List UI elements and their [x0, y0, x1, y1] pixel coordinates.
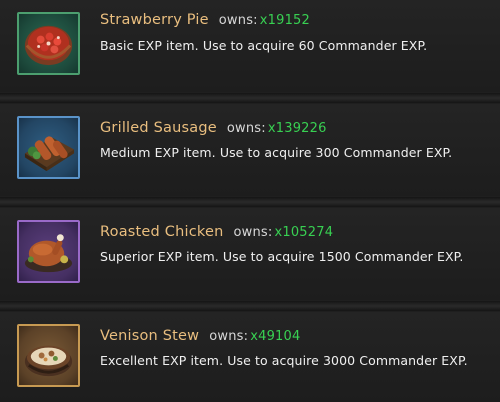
row-divider — [0, 93, 500, 103]
item-title-line: Strawberry Pie owns: x19152 — [100, 12, 310, 28]
item-title-line: Roasted Chicken owns: x105274 — [100, 224, 333, 240]
owns-count: x49104 — [250, 329, 301, 344]
item-description: Basic EXP item. Use to acquire 60 Comman… — [100, 38, 428, 53]
item-name: Grilled Sausage — [100, 120, 217, 136]
roasted-chicken-icon[interactable] — [17, 220, 80, 283]
owns-label: owns: — [209, 329, 249, 344]
item-row-strawberry-pie[interactable]: Strawberry Pie owns: x19152 Basic EXP item… — [0, 0, 500, 92]
item-row-grilled-sausage[interactable]: Grilled Sausage owns: x139226 Medium EXP i… — [0, 104, 500, 196]
item-row-roasted-chicken[interactable]: Roasted Chicken owns: x105274 Superior EXP… — [0, 208, 500, 300]
item-name: Strawberry Pie — [100, 12, 209, 28]
owns-label: owns: — [233, 225, 273, 240]
grilled-sausage-icon[interactable] — [17, 116, 80, 179]
owns-count: x19152 — [259, 13, 310, 28]
item-title-line: Grilled Sausage owns: x139226 — [100, 120, 327, 136]
owns-label: owns: — [226, 121, 266, 136]
venison-stew-icon[interactable] — [17, 324, 80, 387]
strawberry-pie-icon[interactable] — [17, 12, 80, 75]
owns-count: x105274 — [274, 225, 334, 240]
item-name: Roasted Chicken — [100, 224, 224, 240]
row-divider — [0, 301, 500, 311]
exp-item-list: Strawberry Pie owns: x19152 Basic EXP item… — [0, 0, 500, 402]
row-divider — [0, 197, 500, 207]
item-row-venison-stew[interactable]: Venison Stew owns: x49104 Excellent EXP it… — [0, 312, 500, 402]
item-title-line: Venison Stew owns: x49104 — [100, 328, 300, 344]
item-description: Excellent EXP item. Use to acquire 3000 … — [100, 353, 468, 368]
item-description: Superior EXP item. Use to acquire 1500 C… — [100, 249, 464, 264]
item-description: Medium EXP item. Use to acquire 300 Comm… — [100, 145, 453, 160]
owns-label: owns: — [218, 13, 258, 28]
owns-count: x139226 — [267, 121, 327, 136]
item-name: Venison Stew — [100, 328, 200, 344]
